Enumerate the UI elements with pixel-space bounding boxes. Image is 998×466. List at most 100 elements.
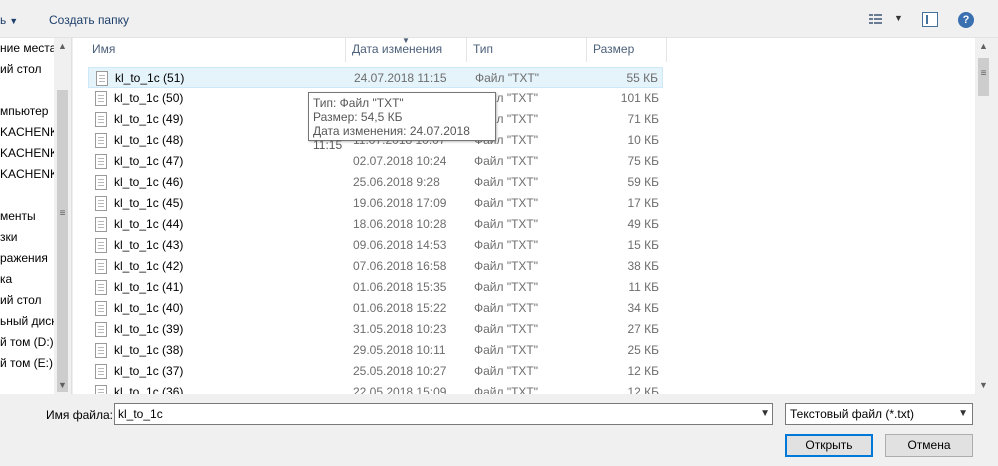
file-type: Файл "TXT" (474, 238, 539, 252)
file-name: kl_to_1c (51) (115, 71, 185, 85)
organize-label: ь (0, 13, 7, 27)
text-file-icon (95, 301, 107, 316)
file-date: 19.06.2018 17:09 (353, 196, 447, 210)
filename-input[interactable]: kl_to_1c ▼ (114, 403, 773, 425)
file-date: 24.07.2018 11:15 (354, 71, 447, 85)
file-row[interactable]: kl_to_1c (37) 25.05.2018 10:27 Файл "TXT" 1… (88, 361, 663, 382)
file-size: 38 КБ (627, 259, 659, 273)
file-type: Файл "TXT" (474, 259, 539, 273)
nav-scrollbar[interactable]: ▲ ≡ ▼ (54, 38, 71, 394)
file-name: kl_to_1c (41) (114, 280, 184, 294)
file-row[interactable]: kl_to_1c (40) 01.06.2018 15:22 Файл "TXT" 3… (88, 298, 663, 319)
details-view-icon (869, 14, 882, 24)
text-file-icon (95, 196, 107, 211)
nav-item[interactable]: KACHENK (0, 143, 58, 163)
dialog-footer: Имя файла: kl_to_1c ▼ Текстовый файл (*.… (0, 394, 998, 466)
grip-icon: ≡ (980, 68, 987, 79)
file-type: Файл "TXT" (474, 301, 539, 315)
file-size: 11 КБ (628, 280, 659, 294)
chevron-up-icon[interactable]: ▲ (54, 38, 71, 55)
nav-item[interactable]: й том (D:) (0, 332, 54, 352)
file-size: 59 КБ (627, 175, 659, 189)
nav-item[interactable]: KACHENK (0, 122, 58, 142)
file-list-scrollbar[interactable]: ▲ ≡ ▼ (975, 38, 992, 394)
text-file-icon (95, 91, 107, 106)
nav-item[interactable]: ий стол (0, 59, 42, 79)
nav-item[interactable]: ка (0, 269, 12, 289)
new-folder-button[interactable]: Создать папку (49, 13, 129, 27)
file-name: kl_to_1c (40) (114, 301, 184, 315)
nav-item[interactable]: KACHENK (0, 164, 58, 184)
nav-item[interactable]: мпьютер (0, 101, 48, 121)
file-date: 18.06.2018 10:28 (353, 217, 447, 231)
file-type-select[interactable]: Текстовый файл (*.txt) ▼ (785, 403, 973, 425)
text-file-icon (95, 343, 107, 358)
nav-item[interactable]: зки (0, 227, 17, 247)
file-size: 71 КБ (627, 112, 659, 126)
tooltip-size: Размер: 54,5 КБ (313, 110, 403, 124)
nav-item[interactable]: ий стол (0, 290, 42, 310)
nav-item[interactable]: й том (E:) (0, 353, 53, 373)
file-info-tooltip: Тип: Файл "TXT" Размер: 54,5 КБ Дата изм… (308, 92, 496, 152)
file-name: kl_to_1c (49) (114, 112, 184, 126)
file-size: 55 КБ (626, 71, 658, 85)
help-icon[interactable]: ? (958, 12, 974, 28)
file-row[interactable]: kl_to_1c (47) 02.07.2018 10:24 Файл "TXT" 7… (88, 151, 663, 172)
open-button[interactable]: Открыть (785, 434, 873, 457)
column-header-type[interactable]: Тип (467, 38, 587, 62)
scrollbar-thumb[interactable] (57, 90, 68, 392)
chevron-down-icon[interactable]: ▼ (958, 404, 968, 424)
column-header-size[interactable]: Размер (587, 38, 667, 62)
file-name: kl_to_1c (39) (114, 322, 184, 336)
file-name: kl_to_1c (43) (114, 238, 184, 252)
file-size: 25 КБ (627, 343, 659, 357)
nav-item[interactable]: ражения (0, 248, 48, 268)
file-row[interactable]: kl_to_1c (46) 25.06.2018 9:28 Файл "TXT" 59… (88, 172, 663, 193)
chevron-up-icon[interactable]: ▲ (975, 38, 992, 55)
file-row[interactable]: kl_to_1c (44) 18.06.2018 10:28 Файл "TXT" 4… (88, 214, 663, 235)
chevron-down-icon[interactable]: ▼ (54, 377, 71, 394)
file-name: kl_to_1c (36) (114, 385, 184, 394)
text-file-icon (95, 259, 107, 274)
file-date: 09.06.2018 14:53 (353, 238, 447, 252)
file-name: kl_to_1c (37) (114, 364, 184, 378)
preview-pane-icon[interactable] (922, 12, 938, 27)
file-row[interactable]: kl_to_1c (41) 01.06.2018 15:35 Файл "TXT" 1… (88, 277, 663, 298)
view-options-button[interactable]: ▼ (866, 11, 906, 29)
tooltip-date: Дата изменения: 24.07.2018 11:15 (313, 124, 470, 152)
text-file-icon (96, 71, 108, 86)
file-row[interactable]: kl_to_1c (39) 31.05.2018 10:23 Файл "TXT" 2… (88, 319, 663, 340)
file-date: 01.06.2018 15:35 (353, 280, 447, 294)
file-row[interactable]: kl_to_1c (38) 29.05.2018 10:11 Файл "TXT" 2… (88, 340, 663, 361)
file-name: kl_to_1c (42) (114, 259, 184, 273)
file-name: kl_to_1c (45) (114, 196, 184, 210)
file-date: 29.05.2018 10:11 (353, 343, 446, 357)
nav-item[interactable]: ние места (0, 38, 56, 58)
file-type: Файл "TXT" (474, 154, 539, 168)
file-row[interactable]: kl_to_1c (42) 07.06.2018 16:58 Файл "TXT" 3… (88, 256, 663, 277)
file-date: 25.06.2018 9:28 (353, 175, 440, 189)
file-type: Файл "TXT" (474, 175, 539, 189)
file-date: 22.05.2018 15:09 (353, 385, 447, 394)
cancel-button[interactable]: Отмена (885, 434, 973, 457)
file-type: Файл "TXT" (474, 196, 539, 210)
file-type: Файл "TXT" (474, 217, 539, 231)
file-type: Файл "TXT" (474, 385, 539, 394)
file-size: 49 КБ (627, 217, 659, 231)
nav-item[interactable]: менты (0, 206, 36, 226)
file-row[interactable]: kl_to_1c (43) 09.06.2018 14:53 Файл "TXT" 1… (88, 235, 663, 256)
file-row[interactable]: kl_to_1c (45) 19.06.2018 17:09 Файл "TXT" 1… (88, 193, 663, 214)
text-file-icon (95, 133, 107, 148)
file-name: kl_to_1c (50) (114, 91, 184, 105)
file-row[interactable]: kl_to_1c (36) 22.05.2018 15:09 Файл "TXT" 1… (88, 382, 663, 394)
nav-item[interactable]: ьный диск (0, 311, 57, 331)
tooltip-type: Тип: Файл "TXT" (313, 96, 404, 110)
column-header-name[interactable]: Имя (86, 38, 346, 62)
file-row[interactable]: kl_to_1c (51) 24.07.2018 11:15 Файл "TXT" 5… (88, 67, 663, 88)
organize-button[interactable]: ь ▼ (0, 13, 18, 27)
chevron-down-icon[interactable]: ▼ (760, 404, 770, 424)
chevron-down-icon[interactable]: ▼ (975, 377, 992, 394)
filename-value: kl_to_1c (118, 407, 163, 421)
file-list: Имя Дата изменения ▼ Тип Размер kl_to_1c… (73, 38, 975, 394)
text-file-icon (95, 154, 107, 169)
